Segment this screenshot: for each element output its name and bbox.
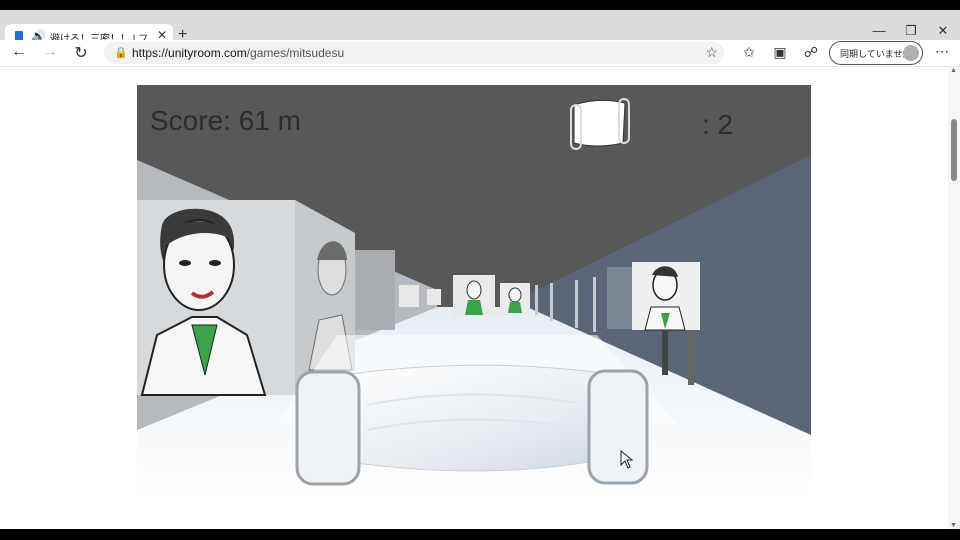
browser-toolbar: ← → ↻ 🔒 https://unityroom.com/games/mits… [0,40,960,67]
score-label: Score: 61 m [150,105,301,136]
avatar [903,45,919,61]
address-bar[interactable]: 🔒 https://unityroom.com/games/mitsudesu … [104,42,724,64]
url-prefix: https:// [132,46,169,60]
reload-button[interactable]: ↻ [71,43,91,63]
restore-icon[interactable]: ❐ [901,23,921,39]
minimize-icon[interactable]: — [869,23,889,38]
mask-icon [570,98,630,150]
window-bottom-edge [0,529,960,540]
scroll-down-icon[interactable]: ▼ [950,522,957,529]
back-button[interactable]: ← [9,43,29,61]
add-favorite-icon[interactable]: ☆ [705,44,718,61]
sync-status-label: 同期していません [840,49,912,59]
game-scene [137,85,811,498]
scroll-up-icon[interactable]: ▲ [950,67,957,74]
more-icon[interactable]: ⋯ [932,43,952,60]
game-canvas[interactable]: Score: 61 m : 2 [137,85,811,498]
url-host: unityroom.com [168,46,247,60]
window-close-icon[interactable]: ✕ [933,23,953,39]
url-text[interactable]: https://unityroom.com/games/mitsudesu [132,46,344,60]
page-content: Score: 61 m : 2 [0,67,948,529]
lock-icon[interactable]: 🔒 [114,46,128,59]
mask-count-label: : 2 [702,109,734,140]
vertical-scrollbar[interactable]: ▲ ▼ [948,67,960,529]
feedback-icon[interactable]: ☍ [801,44,821,61]
tab-strip: 🔊 避けろ！三密！！ | フリーゲーム ✕ + — ❐ ✕ [0,10,960,50]
collections-icon[interactable]: ▣ [770,44,790,61]
scrollbar-thumb[interactable] [951,119,957,181]
window-top-edge [0,0,960,10]
forward-button[interactable]: → [40,43,60,61]
player-mask [295,364,649,486]
favorites-icon[interactable]: ✩ [739,44,759,61]
left-mid-block [355,250,395,330]
profile-sync-button[interactable]: 同期していません [829,41,923,65]
url-path: /games/mitsudesu [246,46,345,60]
